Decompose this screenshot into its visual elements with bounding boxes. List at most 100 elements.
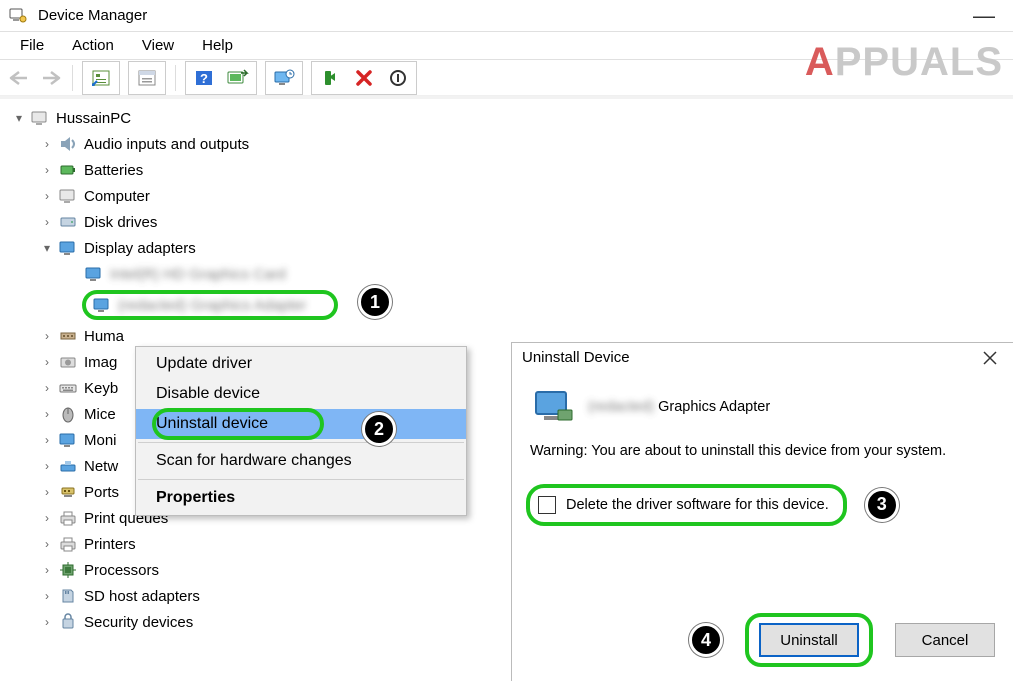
tree-item-audio[interactable]: › Audio inputs and outputs	[10, 131, 1013, 157]
hid-icon	[56, 327, 80, 345]
show-hidden-button[interactable]	[84, 63, 118, 93]
menu-action[interactable]: Action	[60, 35, 126, 56]
tree-label: Printers	[80, 536, 136, 553]
tree-label: Moni	[80, 432, 117, 449]
close-button[interactable]	[977, 351, 1003, 365]
ctx-disable-device[interactable]: Disable device	[136, 379, 466, 409]
display-icon	[90, 296, 114, 314]
highlight-uninstall	[152, 408, 324, 440]
dialog-warning: Warning: You are about to uninstall this…	[530, 442, 995, 462]
uninstall-device-button[interactable]	[347, 63, 381, 93]
chevron-right-icon[interactable]: ›	[38, 459, 56, 473]
svg-text:?: ?	[200, 71, 208, 86]
keyboard-icon	[56, 379, 80, 397]
display-icon	[56, 239, 80, 257]
audio-icon	[56, 135, 80, 153]
port-icon	[56, 483, 80, 501]
tree-item-display-child1[interactable]: › Intel(R) HD Graphics Card	[10, 261, 1013, 287]
tree-label: HussainPC	[52, 110, 131, 127]
window-title: Device Manager	[38, 7, 963, 24]
disk-icon	[56, 213, 80, 231]
tree-item-display-child2[interactable]: › (redacted) Graphics Adapter	[10, 287, 1013, 323]
menu-help[interactable]: Help	[190, 35, 245, 56]
tree-label: Netw	[80, 458, 118, 475]
tree-label: Batteries	[80, 162, 143, 179]
tree-label: Ports	[80, 484, 119, 501]
scan-hardware-button[interactable]	[221, 63, 255, 93]
battery-icon	[56, 161, 80, 179]
computer-icon	[28, 109, 52, 127]
cpu-icon	[56, 561, 80, 579]
network-icon	[56, 457, 80, 475]
nav-forward-button[interactable]	[36, 63, 66, 93]
toolbar-separator	[175, 65, 176, 91]
menu-file[interactable]: File	[8, 35, 56, 56]
chevron-right-icon[interactable]: ›	[38, 215, 56, 229]
ctx-separator	[138, 442, 464, 443]
step-badge-4: 4	[689, 623, 723, 657]
uninstall-dialog: Uninstall Device (redacted) Graphics Ada…	[511, 342, 1013, 681]
computer-icon	[56, 187, 80, 205]
chevron-right-icon[interactable]: ›	[38, 381, 56, 395]
tree-label: (redacted) Graphics Adapter	[114, 297, 324, 314]
chevron-right-icon[interactable]: ›	[38, 537, 56, 551]
tree-label: Intel(R) HD Graphics Card	[106, 266, 286, 283]
chevron-right-icon[interactable]: ›	[38, 589, 56, 603]
properties-button[interactable]	[130, 63, 164, 93]
highlight-uninstall-button: Uninstall	[745, 613, 873, 667]
ctx-update-driver[interactable]: Update driver	[136, 349, 466, 379]
tree-label: Display adapters	[80, 240, 196, 257]
tree-label: Keyb	[80, 380, 118, 397]
app-icon	[8, 6, 28, 26]
chevron-right-icon[interactable]: ›	[38, 355, 56, 369]
ctx-separator	[138, 479, 464, 480]
delete-driver-checkbox-wrap[interactable]: Delete the driver software for this devi…	[526, 484, 847, 526]
disable-device-button[interactable]	[381, 63, 415, 93]
chevron-right-icon[interactable]: ›	[38, 329, 56, 343]
chevron-down-icon[interactable]: ▾	[38, 241, 56, 255]
help-button[interactable]: ?	[187, 63, 221, 93]
ctx-scan-hardware[interactable]: Scan for hardware changes	[136, 446, 466, 476]
chevron-right-icon[interactable]: ›	[38, 511, 56, 525]
chevron-right-icon[interactable]: ›	[38, 485, 56, 499]
security-icon	[56, 613, 80, 631]
cancel-button[interactable]: Cancel	[895, 623, 995, 657]
enable-device-button[interactable]	[313, 63, 347, 93]
checkbox-icon[interactable]	[538, 496, 556, 514]
chevron-right-icon[interactable]: ›	[38, 163, 56, 177]
chevron-right-icon[interactable]: ›	[38, 189, 56, 203]
minimize-button[interactable]: —	[963, 3, 1005, 29]
sd-icon	[56, 587, 80, 605]
uninstall-button[interactable]: Uninstall	[759, 623, 859, 657]
tree-label: Audio inputs and outputs	[80, 136, 249, 153]
ctx-properties[interactable]: Properties	[136, 483, 466, 513]
display-adapter-icon	[530, 386, 578, 428]
dialog-title: Uninstall Device	[522, 349, 630, 366]
step-badge-2: 2	[362, 412, 396, 446]
title-bar: Device Manager —	[0, 0, 1013, 32]
tree-label: Computer	[80, 188, 150, 205]
step-badge-1: 1	[358, 285, 392, 319]
tree-label: Disk drives	[80, 214, 157, 231]
chevron-right-icon[interactable]: ›	[38, 407, 56, 421]
tree-label: SD host adapters	[80, 588, 200, 605]
printer-icon	[56, 535, 80, 553]
menu-view[interactable]: View	[130, 35, 186, 56]
tree-label: Huma	[80, 328, 124, 345]
chevron-right-icon[interactable]: ›	[38, 137, 56, 151]
printer-icon	[56, 509, 80, 527]
tree-label: Security devices	[80, 614, 193, 631]
nav-back-button[interactable]	[4, 63, 34, 93]
chevron-right-icon[interactable]: ›	[38, 563, 56, 577]
watermark: APPUALS	[805, 40, 1003, 85]
chevron-right-icon[interactable]: ›	[38, 433, 56, 447]
tree-item-batteries[interactable]: › Batteries	[10, 157, 1013, 183]
tree-item-display[interactable]: ▾ Display adapters	[10, 235, 1013, 261]
update-driver-button[interactable]	[267, 63, 301, 93]
chevron-right-icon[interactable]: ›	[38, 615, 56, 629]
tree-root[interactable]: ▾ HussainPC	[10, 105, 1013, 131]
tree-label: Processors	[80, 562, 159, 579]
tree-item-disk[interactable]: › Disk drives	[10, 209, 1013, 235]
tree-item-computer[interactable]: › Computer	[10, 183, 1013, 209]
chevron-down-icon[interactable]: ▾	[10, 111, 28, 125]
